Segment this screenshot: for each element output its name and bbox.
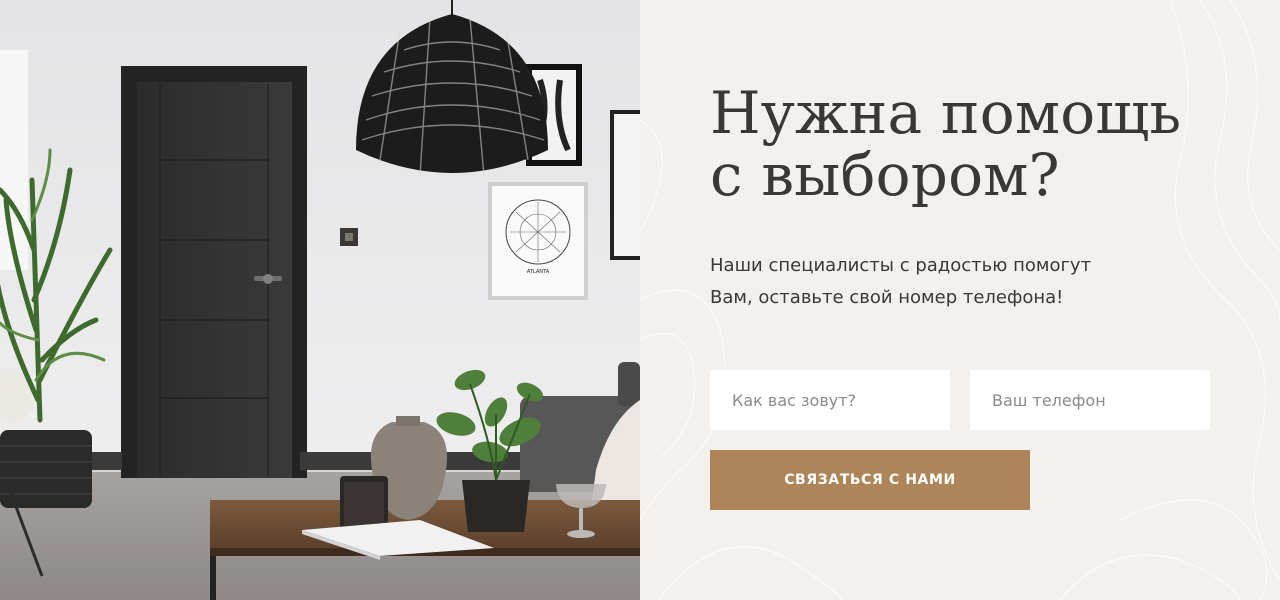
title-line-2: с выбором? xyxy=(710,141,1060,209)
description-line-1: Наши специалисты с радостью помогут xyxy=(710,255,1092,276)
callback-panel: Нужна помощь с выбором? Наши специалисты… xyxy=(640,0,1280,600)
interior-photo: ATLANTA xyxy=(0,0,640,600)
name-input[interactable] xyxy=(710,370,950,430)
phone-input[interactable] xyxy=(970,370,1210,430)
title-line-1: Нужна помощь xyxy=(710,79,1182,147)
description: Наши специалисты с радостью помогут Вам,… xyxy=(710,250,1230,314)
poster-label: ATLANTA xyxy=(527,269,550,275)
page-title: Нужна помощь с выбором? xyxy=(710,82,1250,206)
contact-us-button[interactable]: СВЯЗАТЬСЯ С НАМИ xyxy=(710,450,1030,510)
callback-section: ATLANTA Нужна помощь с выбором? Наши спе… xyxy=(0,0,1280,600)
description-line-2: Вам, оставьте свой номер телефона! xyxy=(710,287,1064,308)
